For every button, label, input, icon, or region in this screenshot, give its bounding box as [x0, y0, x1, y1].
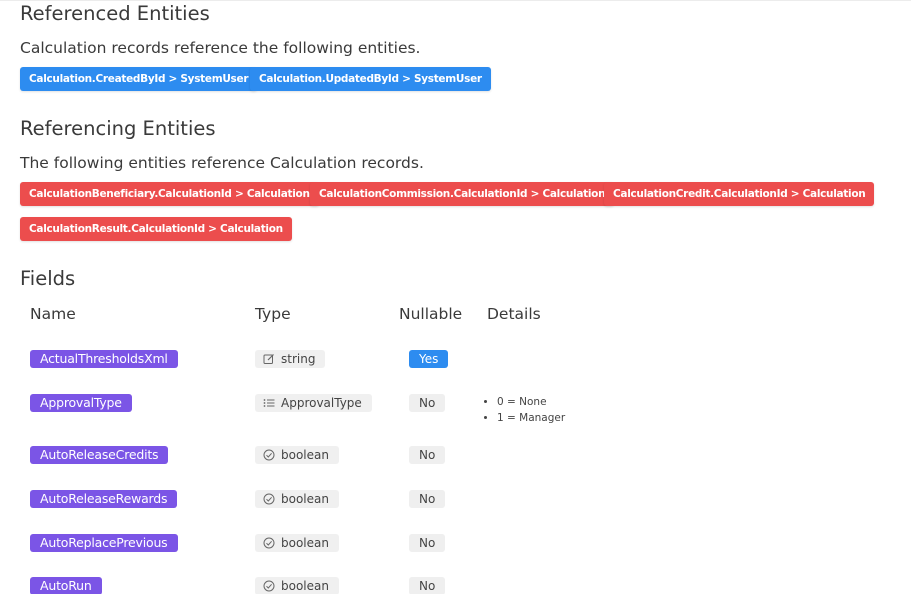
field-type-chip: ApprovalType — [255, 394, 372, 412]
fields-heading: Fields — [20, 267, 76, 290]
referenced-entities-description: Calculation records reference the follow… — [20, 39, 421, 57]
field-type-label: ApprovalType — [281, 396, 362, 410]
field-name-chip[interactable]: ActualThresholdsXml — [30, 350, 178, 368]
column-header-nullable: Nullable — [399, 305, 463, 323]
table-row: AutoReplacePrevious boolean No — [0, 534, 911, 558]
check-circle-icon — [263, 493, 275, 505]
referenced-entity-tag[interactable]: Calculation.CreatedById > SystemUser — [20, 67, 258, 91]
nullable-badge: No — [409, 446, 446, 464]
field-name-chip[interactable]: ApprovalType — [30, 394, 132, 412]
referencing-entity-tag[interactable]: CalculationCredit.CalculationId > Calcul… — [604, 182, 875, 206]
referencing-entities-heading: Referencing Entities — [20, 117, 216, 140]
column-header-name: Name — [30, 305, 76, 323]
check-circle-icon — [263, 580, 275, 592]
table-row: ActualThresholdsXml string Yes — [0, 350, 911, 374]
field-name-chip[interactable]: AutoReplacePrevious — [30, 534, 178, 552]
field-type-chip: boolean — [255, 534, 339, 552]
nullable-badge: No — [409, 577, 446, 594]
edit-icon — [263, 354, 274, 364]
nullable-badge: No — [409, 490, 446, 508]
referenced-entities-heading: Referenced Entities — [20, 2, 210, 25]
table-row: AutoReleaseRewards boolean No — [0, 490, 911, 514]
referencing-entities-description: The following entities reference Calcula… — [20, 154, 424, 172]
check-circle-icon — [263, 537, 275, 549]
field-name-chip[interactable]: AutoReleaseCredits — [30, 446, 169, 464]
referenced-entity-tag[interactable]: Calculation.UpdatedById > SystemUser — [250, 67, 491, 91]
field-name-chip[interactable]: AutoRun — [30, 577, 102, 594]
details-item: 1 = Manager — [497, 410, 565, 426]
field-type-label: boolean — [281, 492, 329, 506]
check-circle-icon — [263, 449, 275, 461]
referencing-entity-tag[interactable]: CalculationCommission.CalculationId > Ca… — [310, 182, 615, 206]
field-type-label: boolean — [281, 579, 329, 593]
details-item: 0 = None — [497, 394, 565, 410]
table-row: ApprovalType ApprovalType No 0 = None 1 … — [0, 394, 911, 424]
field-type-label: boolean — [281, 448, 329, 462]
nullable-badge: No — [409, 534, 446, 552]
field-type-chip: boolean — [255, 490, 339, 508]
referencing-entity-tag[interactable]: CalculationResult.CalculationId > Calcul… — [20, 217, 292, 241]
nullable-badge: Yes — [409, 350, 449, 368]
field-details-list: 0 = None 1 = Manager — [481, 394, 565, 426]
top-divider — [0, 0, 911, 1]
field-type-label: boolean — [281, 536, 329, 550]
field-name-chip[interactable]: AutoReleaseRewards — [30, 490, 178, 508]
field-type-chip: boolean — [255, 577, 339, 594]
table-row: AutoRun boolean No — [0, 577, 911, 594]
column-header-type: Type — [255, 305, 291, 323]
field-type-chip: boolean — [255, 446, 339, 464]
list-icon — [263, 399, 275, 407]
referencing-entity-tag[interactable]: CalculationBeneficiary.CalculationId > C… — [20, 182, 319, 206]
nullable-badge: No — [409, 394, 446, 412]
field-type-label: string — [281, 352, 316, 366]
column-header-details: Details — [487, 305, 541, 323]
field-type-chip: string — [255, 350, 326, 368]
table-row: AutoReleaseCredits boolean No — [0, 446, 911, 470]
